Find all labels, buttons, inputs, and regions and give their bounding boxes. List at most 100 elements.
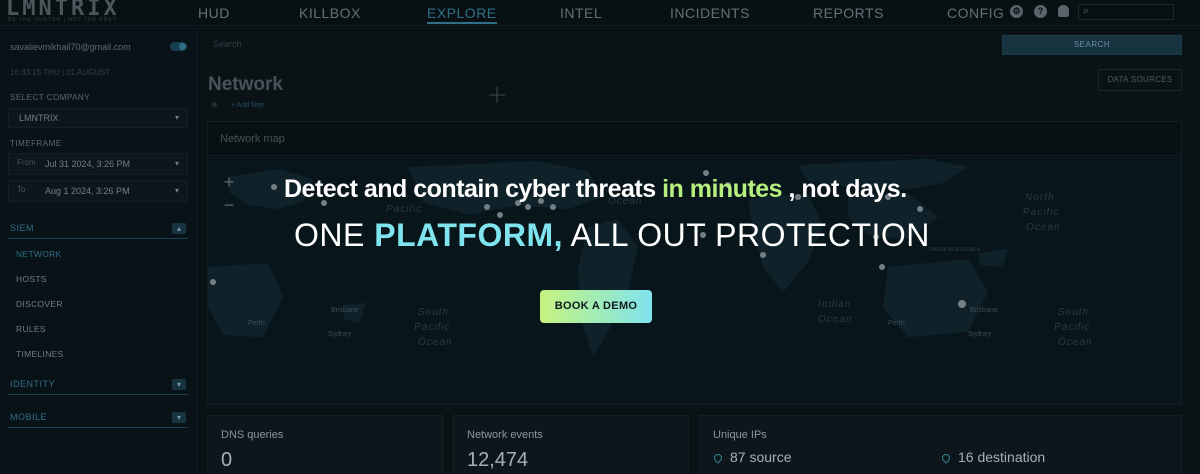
dns-queries-value: 0: [221, 449, 233, 471]
menu-group-mobile[interactable]: MOBILE ▾: [8, 410, 188, 428]
network-map-header: Network map: [208, 122, 1181, 156]
chevron-down-icon: ▾: [172, 412, 186, 423]
chevron-up-icon: ▴: [172, 223, 186, 234]
sidebar-item-timelines[interactable]: TIMELINES: [16, 349, 64, 359]
search-icon: ⌕: [1083, 5, 1090, 17]
map-label-indian-ocean: Ocean: [818, 314, 853, 325]
destination-count: 16 destination: [958, 449, 1046, 465]
data-sources-button[interactable]: DATA SOURCES: [1098, 69, 1182, 91]
zoom-out-button[interactable]: −: [218, 194, 240, 216]
promo-headline-start: Detect and contain cyber threats: [284, 175, 663, 203]
promo-sub-accent: PLATFORM,: [374, 217, 563, 253]
sidebar: savalievmikhail70@gmail.com 16:33:15 THU…: [0, 27, 198, 474]
crosshair-icon: [489, 87, 505, 103]
settings-icon[interactable]: ⚙: [1010, 5, 1023, 18]
nav-killbox[interactable]: KILLBOX: [299, 5, 361, 21]
from-value: Jul 31 2024, 3:26 PM: [45, 159, 131, 169]
location-pin-icon: [712, 452, 724, 464]
map-label-pacific-left: Pacific: [386, 204, 423, 215]
promo-sub-end: ALL OUT PROTECTION: [563, 217, 930, 253]
menu-group-siem[interactable]: SIEM ▴: [8, 221, 188, 239]
map-city-perth-right: Perth: [888, 320, 905, 327]
map-city-sydney-right: Sydney: [968, 331, 992, 338]
nav-intel[interactable]: INTEL: [560, 5, 602, 21]
source-count: 87 source: [730, 449, 792, 465]
company-select[interactable]: LMNTRIX ▾: [8, 108, 188, 128]
map-label-north: North: [1025, 192, 1055, 203]
map-label-south: South: [418, 307, 450, 318]
map-city-perth-left: Perth: [248, 320, 265, 327]
filter-dot-icon: [212, 102, 217, 107]
bell-icon[interactable]: [1058, 5, 1069, 17]
map-city-brisbane-left: Brisbane: [331, 307, 359, 314]
query-search-input[interactable]: Search: [211, 35, 995, 55]
network-events-value: 12,474: [467, 449, 529, 471]
chevron-down-icon: ▾: [174, 186, 179, 195]
add-filter-link[interactable]: + Add filter: [212, 102, 264, 109]
nav-hud[interactable]: HUD: [198, 5, 230, 21]
sidebar-item-hosts[interactable]: HOSTS: [16, 274, 47, 284]
user-email: savalievmikhail70@gmail.com: [10, 42, 131, 52]
search-button[interactable]: SEARCH: [1002, 35, 1182, 55]
search-placeholder: Search: [213, 39, 242, 49]
to-label: To: [17, 185, 26, 194]
chevron-down-icon: ▾: [172, 379, 186, 390]
promo-headline-end: , not days.: [782, 175, 908, 203]
map-label-south-right: South: [1058, 307, 1090, 318]
map-label-ocean-right: Ocean: [1026, 222, 1061, 233]
sidebar-item-discover[interactable]: DISCOVER: [16, 299, 63, 309]
to-value: Aug 1 2024, 3:26 PM: [45, 186, 130, 196]
unique-ips-label: Unique IPs: [713, 429, 767, 441]
nav-config[interactable]: CONFIG: [947, 5, 1004, 21]
sidebar-item-network[interactable]: NETWORK: [16, 249, 62, 259]
map-country-png: PAPUA NEW GUINEA: [930, 247, 980, 253]
book-demo-button[interactable]: BOOK A DEMO: [540, 290, 652, 323]
network-map-title: Network map: [220, 133, 285, 145]
select-company-label: SELECT COMPANY: [10, 93, 91, 102]
network-map-card: Network map + − Pacific North Pacific Oc…: [207, 121, 1182, 405]
help-icon[interactable]: ?: [1034, 5, 1047, 18]
menu-group-identity[interactable]: IDENTITY ▾: [8, 377, 188, 395]
promo-headline: Detect and contain cyber threats in minu…: [284, 175, 907, 204]
siem-label: SIEM: [10, 223, 35, 233]
promo-headline-accent: in minutes: [662, 175, 783, 203]
mobile-label: MOBILE: [10, 412, 48, 422]
map-label-pacific-south: Pacific: [414, 322, 451, 333]
map-label-pacific-south-right: Pacific: [1054, 322, 1091, 333]
timeframe-to-select[interactable]: To Aug 1 2024, 3:26 PM ▾: [8, 180, 188, 202]
chevron-down-icon: ▾: [174, 159, 179, 168]
timeframe-label: TIMEFRAME: [10, 139, 62, 148]
map-label-ocean-south: Ocean: [418, 337, 453, 348]
logo-tagline: BE THE HUNTER | NOT THE PREY: [8, 17, 118, 23]
company-select-value: LMNTRIX: [19, 113, 59, 123]
nav-explore[interactable]: EXPLORE: [427, 5, 497, 24]
nav-reports[interactable]: REPORTS: [813, 5, 884, 21]
unique-ips-source[interactable]: 87 source: [712, 449, 792, 465]
map-label-pacific-right: Pacific: [1023, 207, 1060, 218]
timeframe-from-select[interactable]: From Jul 31 2024, 3:26 PM ▾: [8, 153, 188, 175]
from-label: From: [17, 158, 36, 167]
identity-label: IDENTITY: [10, 379, 56, 389]
zoom-in-button[interactable]: +: [218, 171, 240, 193]
promo-subheadline: ONE PLATFORM, ALL OUT PROTECTION: [294, 217, 930, 254]
chevron-down-icon: ▾: [174, 113, 179, 122]
theme-toggle[interactable]: [170, 42, 187, 51]
current-datetime: 16:33:15 THU | 01 AUGUST: [10, 68, 111, 77]
nav-search-input[interactable]: ⌕: [1078, 4, 1174, 20]
network-events-label: Network events: [467, 429, 543, 441]
top-navigation-bar: LMNTRIX BE THE HUNTER | NOT THE PREY HUD…: [0, 0, 1200, 26]
map-label-indian: Indian: [818, 299, 852, 310]
location-pin-icon: [940, 452, 952, 464]
stat-unique-ips: Unique IPs 87 source 16 destination: [699, 415, 1182, 474]
stat-network-events: Network events 12,474: [453, 415, 689, 474]
dns-queries-label: DNS queries: [221, 429, 284, 441]
nav-incidents[interactable]: INCIDENTS: [670, 5, 750, 21]
map-city-sydney-left: Sydney: [328, 331, 352, 338]
promo-sub-start: ONE: [294, 217, 375, 253]
unique-ips-destination[interactable]: 16 destination: [940, 449, 1046, 465]
add-filter-label: + Add filter: [231, 102, 265, 109]
page-title: Network: [208, 74, 283, 95]
stat-dns-queries: DNS queries 0: [207, 415, 443, 474]
sidebar-item-rules[interactable]: RULES: [16, 324, 46, 334]
map-city-brisbane-right: Brisbane: [970, 307, 998, 314]
